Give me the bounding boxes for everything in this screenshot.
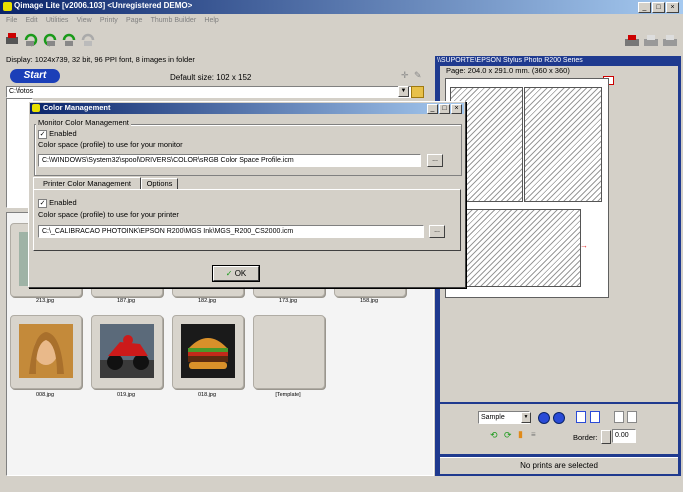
thumbnail-label: 173.jpg xyxy=(278,298,298,304)
printer-name[interactable]: \\SUPORTE\EPSON Stylus Photo R200 Series xyxy=(437,57,677,65)
print-slot[interactable] xyxy=(466,209,581,287)
minimize-button[interactable]: _ xyxy=(638,2,651,13)
close-button[interactable]: × xyxy=(666,2,679,13)
folder-icon[interactable] xyxy=(411,86,424,98)
monitor-color-group xyxy=(34,124,462,176)
thumbnail-motorcycle-image xyxy=(100,324,154,378)
menu-file[interactable]: File xyxy=(6,17,17,24)
border-label: Border: xyxy=(573,433,598,442)
thumbnail-card-template[interactable] xyxy=(253,315,325,389)
main-titlebar: Qimage Lite [v2006.103] <Unregistered DE… xyxy=(0,0,683,14)
dialog-close-button[interactable]: × xyxy=(451,104,462,114)
blank-page-icon[interactable] xyxy=(614,411,624,423)
monitor-browse-button[interactable]: ... xyxy=(427,154,443,167)
dialog-title: Color Management xyxy=(43,103,111,112)
undo-icon[interactable]: ⟲ xyxy=(490,430,498,441)
edit-size-icon[interactable]: ✎ xyxy=(414,70,422,81)
add-size-icon[interactable]: ✛ xyxy=(401,70,409,81)
sample-dropdown-arrow-icon[interactable]: ▼ xyxy=(521,412,531,423)
rotate-left-icon[interactable] xyxy=(23,31,39,47)
monitor-profile-field[interactable]: C:\WINDOWS\System32\spool\DRIVERS\COLOR\… xyxy=(38,154,421,167)
thumbnail-card[interactable] xyxy=(172,315,244,389)
prev-sample-icon[interactable] xyxy=(538,412,550,424)
dialog-window-controls: _ □ × xyxy=(427,104,462,114)
redo-icon[interactable]: ⟳ xyxy=(504,430,512,441)
printer-enabled-row: ✓ Enabled xyxy=(38,198,77,208)
folder-dropdown-button[interactable]: ▼ xyxy=(398,86,409,97)
thumbnail-label: 019.jpg xyxy=(116,392,136,398)
menu-edit[interactable]: Edit xyxy=(26,17,38,24)
menu-printy[interactable]: Printy xyxy=(100,17,118,24)
border-input[interactable]: 0.00 xyxy=(612,429,636,443)
main-toolbar xyxy=(4,31,96,51)
rotate-right-icon[interactable] xyxy=(42,31,58,47)
maximize-button[interactable]: □ xyxy=(652,2,665,13)
print-slot[interactable] xyxy=(524,87,602,202)
menu-thumb-builder[interactable]: Thumb Builder xyxy=(151,17,197,24)
dialog-app-icon xyxy=(32,104,40,112)
print-icon[interactable] xyxy=(4,31,20,47)
status-bar: No prints are selected xyxy=(440,457,678,474)
start-button[interactable]: Start xyxy=(10,69,60,83)
dialog-maximize-button[interactable]: □ xyxy=(439,104,450,114)
copy-page-icon[interactable] xyxy=(627,411,637,423)
thumbnail-burger-image xyxy=(181,324,235,378)
multi-page-icon[interactable] xyxy=(590,411,600,423)
app-icon xyxy=(3,2,12,11)
page-preview[interactable] xyxy=(445,78,609,298)
tab-panel xyxy=(33,189,461,251)
menu-utilities[interactable]: Utilities xyxy=(46,17,69,24)
printer-enabled-checkbox[interactable]: ✓ xyxy=(38,198,47,208)
menu-bar: File Edit Utilities View Printy Page Thu… xyxy=(0,15,683,27)
thumbnail-portrait-image xyxy=(19,324,73,378)
overflow-arrow-icon: → xyxy=(580,241,588,250)
thumbnail-label: 008.jpg xyxy=(35,392,55,398)
folder-path-field[interactable]: C:\fotos xyxy=(6,86,412,98)
dialog-minimize-button[interactable]: _ xyxy=(427,104,438,114)
color-management-dialog: Color Management _ □ × Monitor Color Man… xyxy=(28,101,466,288)
thumbnail-label: 213.jpg xyxy=(35,298,55,304)
dialog-titlebar: Color Management _ □ × xyxy=(30,103,464,114)
printer-icon[interactable] xyxy=(624,34,640,48)
menu-page[interactable]: Page xyxy=(126,17,142,24)
ok-check-icon: ✓ xyxy=(225,269,233,278)
thumbnail-label: 018.jpg xyxy=(197,392,217,398)
monitor-enabled-label: Enabled xyxy=(49,129,77,138)
next-sample-icon[interactable] xyxy=(553,412,565,424)
menu-view[interactable]: View xyxy=(77,17,92,24)
lock-icon[interactable]: ▮ xyxy=(518,429,523,440)
border-spinner[interactable] xyxy=(601,430,611,444)
printer-browse-button[interactable]: ... xyxy=(429,225,445,238)
display-info: Display: 1024x739, 32 bit, 96 PPI font, … xyxy=(6,55,195,64)
thumbnail-label: 187.jpg xyxy=(116,298,136,304)
printer-desc: Color space (profile) to use for your pr… xyxy=(38,210,179,219)
refresh-icon[interactable] xyxy=(80,31,96,47)
thumbnail-card[interactable] xyxy=(10,315,82,389)
window-title: Qimage Lite [v2006.103] <Unregistered DE… xyxy=(14,1,193,10)
ok-button[interactable]: ✓ OK xyxy=(213,266,259,281)
thumbnail-label: 182.jpg xyxy=(197,298,217,304)
tab-printer-color-management[interactable]: Printer Color Management xyxy=(33,177,141,189)
monitor-desc: Color space (profile) to use for your mo… xyxy=(38,140,183,149)
ok-label: OK xyxy=(234,269,247,278)
menu-help[interactable]: Help xyxy=(204,17,218,24)
printer-setup-icon[interactable] xyxy=(643,34,659,48)
printer-profile-field[interactable]: C:\_CALIBRACAO PHOTOINK\EPSON R200\MGS I… xyxy=(38,225,424,238)
flip-icon[interactable] xyxy=(61,31,77,47)
settings-icon[interactable]: ≡ xyxy=(531,430,536,439)
page-size-label: Page: 204.0 x 291.0 mm. (360 x 360) xyxy=(446,66,570,75)
monitor-group-label: Monitor Color Management xyxy=(36,118,131,127)
monitor-enabled-row: ✓ Enabled xyxy=(38,129,77,139)
tab-options[interactable]: Options xyxy=(141,178,178,189)
window-controls: _ □ × xyxy=(638,2,679,13)
monitor-enabled-checkbox[interactable]: ✓ xyxy=(38,129,47,139)
default-size-label: Default size: 102 x 152 xyxy=(170,73,252,82)
printer-queue-icon[interactable] xyxy=(662,34,678,48)
thumbnail-label: [Template] xyxy=(275,392,301,398)
printer-enabled-label: Enabled xyxy=(49,198,77,207)
thumbnail-label: 158.jpg xyxy=(359,298,379,304)
thumbnail-card[interactable] xyxy=(91,315,163,389)
page-icon[interactable] xyxy=(576,411,586,423)
